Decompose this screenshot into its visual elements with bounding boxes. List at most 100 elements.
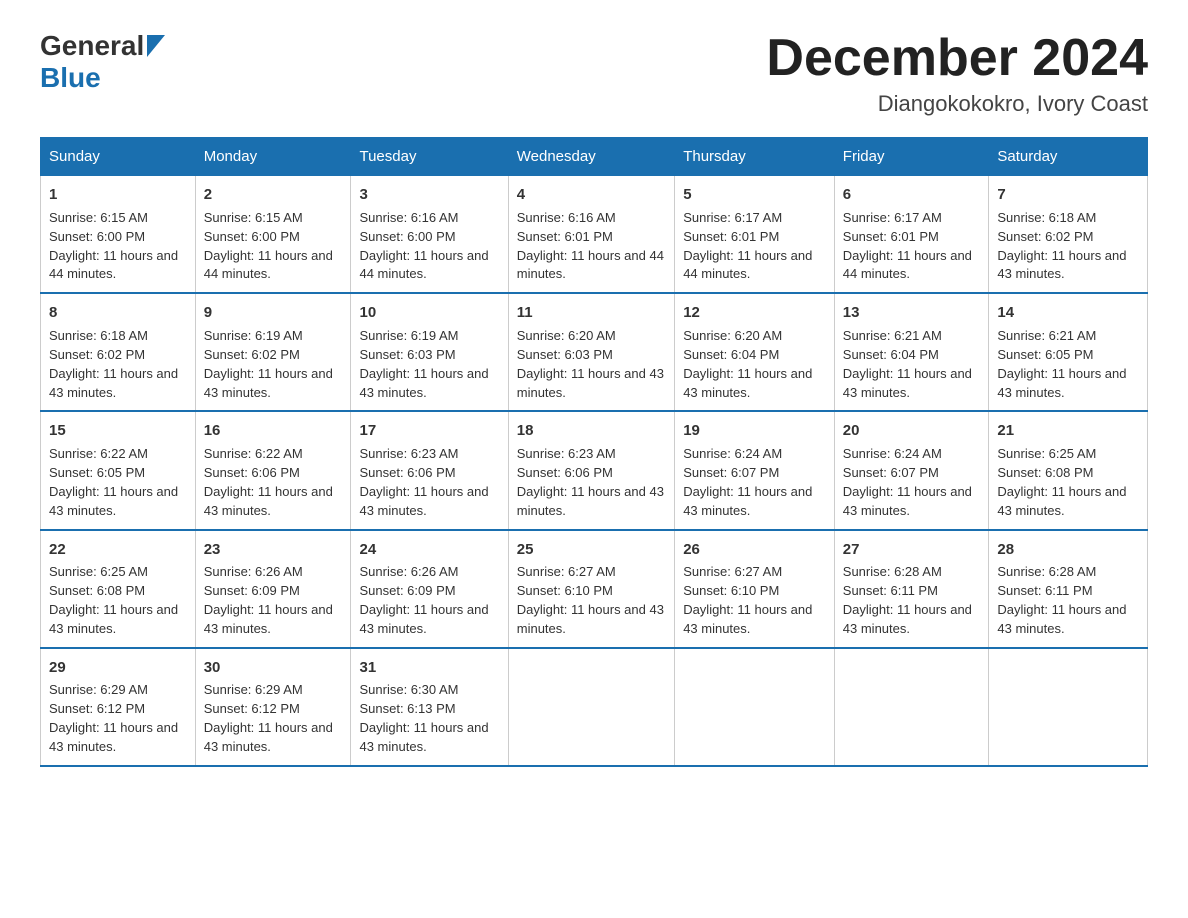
sunset-label: Sunset: 6:00 PM [359, 229, 455, 244]
day-number: 10 [359, 302, 499, 324]
calendar-header: SundayMondayTuesdayWednesdayThursdayFrid… [41, 138, 1148, 176]
sunrise-label: Sunrise: 6:26 AM [359, 564, 458, 579]
sunset-label: Sunset: 6:00 PM [49, 229, 145, 244]
day-header-saturday: Saturday [989, 138, 1148, 176]
calendar-cell: 20 Sunrise: 6:24 AM Sunset: 6:07 PM Dayl… [834, 411, 989, 529]
sunrise-label: Sunrise: 6:30 AM [359, 682, 458, 697]
day-header-monday: Monday [195, 138, 351, 176]
sunrise-label: Sunrise: 6:27 AM [683, 564, 782, 579]
sunset-label: Sunset: 6:09 PM [204, 583, 300, 598]
day-number: 31 [359, 657, 499, 679]
sunrise-label: Sunrise: 6:23 AM [359, 446, 458, 461]
sunrise-label: Sunrise: 6:22 AM [49, 446, 148, 461]
calendar-cell: 15 Sunrise: 6:22 AM Sunset: 6:05 PM Dayl… [41, 411, 196, 529]
daylight-label: Daylight: 11 hours and 43 minutes. [204, 602, 333, 636]
day-header-tuesday: Tuesday [351, 138, 508, 176]
calendar-title: December 2024 [766, 30, 1148, 87]
calendar-body: 1 Sunrise: 6:15 AM Sunset: 6:00 PM Dayli… [41, 176, 1148, 766]
daylight-label: Daylight: 11 hours and 43 minutes. [359, 484, 488, 518]
daylight-label: Daylight: 11 hours and 43 minutes. [359, 366, 488, 400]
calendar-cell: 28 Sunrise: 6:28 AM Sunset: 6:11 PM Dayl… [989, 530, 1148, 648]
sunset-label: Sunset: 6:11 PM [843, 583, 938, 598]
day-number: 4 [517, 184, 666, 206]
day-header-sunday: Sunday [41, 138, 196, 176]
calendar-cell: 30 Sunrise: 6:29 AM Sunset: 6:12 PM Dayl… [195, 648, 351, 766]
daylight-label: Daylight: 11 hours and 43 minutes. [517, 366, 664, 400]
daylight-label: Daylight: 11 hours and 44 minutes. [517, 248, 664, 282]
calendar-week-4: 22 Sunrise: 6:25 AM Sunset: 6:08 PM Dayl… [41, 530, 1148, 648]
day-number: 20 [843, 420, 981, 442]
sunset-label: Sunset: 6:01 PM [843, 229, 939, 244]
calendar-cell: 7 Sunrise: 6:18 AM Sunset: 6:02 PM Dayli… [989, 176, 1148, 294]
sunrise-label: Sunrise: 6:29 AM [204, 682, 303, 697]
day-number: 6 [843, 184, 981, 206]
daylight-label: Daylight: 11 hours and 43 minutes. [683, 366, 812, 400]
calendar-cell: 1 Sunrise: 6:15 AM Sunset: 6:00 PM Dayli… [41, 176, 196, 294]
calendar-week-3: 15 Sunrise: 6:22 AM Sunset: 6:05 PM Dayl… [41, 411, 1148, 529]
sunrise-label: Sunrise: 6:16 AM [359, 210, 458, 225]
calendar-cell [675, 648, 835, 766]
sunset-label: Sunset: 6:08 PM [997, 465, 1093, 480]
sunrise-label: Sunrise: 6:21 AM [843, 328, 942, 343]
calendar-cell: 25 Sunrise: 6:27 AM Sunset: 6:10 PM Dayl… [508, 530, 674, 648]
daylight-label: Daylight: 11 hours and 43 minutes. [997, 366, 1126, 400]
day-number: 30 [204, 657, 343, 679]
logo: General Blue [40, 30, 165, 94]
title-area: December 2024 Diangokokokro, Ivory Coast [766, 30, 1148, 117]
calendar-cell [989, 648, 1148, 766]
sunset-label: Sunset: 6:02 PM [49, 347, 145, 362]
day-number: 23 [204, 539, 343, 561]
day-number: 26 [683, 539, 826, 561]
calendar-cell: 3 Sunrise: 6:16 AM Sunset: 6:00 PM Dayli… [351, 176, 508, 294]
daylight-label: Daylight: 11 hours and 43 minutes. [997, 484, 1126, 518]
sunset-label: Sunset: 6:01 PM [683, 229, 779, 244]
sunset-label: Sunset: 6:13 PM [359, 701, 455, 716]
daylight-label: Daylight: 11 hours and 44 minutes. [683, 248, 812, 282]
sunset-label: Sunset: 6:07 PM [843, 465, 939, 480]
day-number: 11 [517, 302, 666, 324]
sunrise-label: Sunrise: 6:18 AM [997, 210, 1096, 225]
day-number: 18 [517, 420, 666, 442]
calendar-cell: 26 Sunrise: 6:27 AM Sunset: 6:10 PM Dayl… [675, 530, 835, 648]
sunrise-label: Sunrise: 6:24 AM [843, 446, 942, 461]
calendar-cell: 22 Sunrise: 6:25 AM Sunset: 6:08 PM Dayl… [41, 530, 196, 648]
day-number: 9 [204, 302, 343, 324]
sunset-label: Sunset: 6:12 PM [204, 701, 300, 716]
calendar-week-2: 8 Sunrise: 6:18 AM Sunset: 6:02 PM Dayli… [41, 293, 1148, 411]
page-header: General Blue December 2024 Diangokokokro… [40, 30, 1148, 117]
calendar-cell [508, 648, 674, 766]
sunrise-label: Sunrise: 6:25 AM [49, 564, 148, 579]
sunset-label: Sunset: 6:00 PM [204, 229, 300, 244]
sunset-label: Sunset: 6:04 PM [843, 347, 939, 362]
day-number: 13 [843, 302, 981, 324]
sunset-label: Sunset: 6:03 PM [517, 347, 613, 362]
daylight-label: Daylight: 11 hours and 43 minutes. [997, 602, 1126, 636]
calendar-cell: 6 Sunrise: 6:17 AM Sunset: 6:01 PM Dayli… [834, 176, 989, 294]
day-number: 14 [997, 302, 1139, 324]
sunset-label: Sunset: 6:06 PM [359, 465, 455, 480]
calendar-cell: 5 Sunrise: 6:17 AM Sunset: 6:01 PM Dayli… [675, 176, 835, 294]
calendar-week-1: 1 Sunrise: 6:15 AM Sunset: 6:00 PM Dayli… [41, 176, 1148, 294]
sunset-label: Sunset: 6:03 PM [359, 347, 455, 362]
daylight-label: Daylight: 11 hours and 43 minutes. [204, 484, 333, 518]
sunrise-label: Sunrise: 6:19 AM [359, 328, 458, 343]
daylight-label: Daylight: 11 hours and 44 minutes. [843, 248, 972, 282]
calendar-cell: 21 Sunrise: 6:25 AM Sunset: 6:08 PM Dayl… [989, 411, 1148, 529]
sunrise-label: Sunrise: 6:20 AM [683, 328, 782, 343]
calendar-cell: 23 Sunrise: 6:26 AM Sunset: 6:09 PM Dayl… [195, 530, 351, 648]
daylight-label: Daylight: 11 hours and 43 minutes. [204, 366, 333, 400]
day-number: 21 [997, 420, 1139, 442]
calendar-subtitle: Diangokokokro, Ivory Coast [766, 91, 1148, 117]
sunrise-label: Sunrise: 6:17 AM [843, 210, 942, 225]
day-header-thursday: Thursday [675, 138, 835, 176]
day-number: 29 [49, 657, 187, 679]
day-header-wednesday: Wednesday [508, 138, 674, 176]
calendar-cell: 29 Sunrise: 6:29 AM Sunset: 6:12 PM Dayl… [41, 648, 196, 766]
calendar-cell: 4 Sunrise: 6:16 AM Sunset: 6:01 PM Dayli… [508, 176, 674, 294]
calendar-cell: 16 Sunrise: 6:22 AM Sunset: 6:06 PM Dayl… [195, 411, 351, 529]
calendar-cell: 9 Sunrise: 6:19 AM Sunset: 6:02 PM Dayli… [195, 293, 351, 411]
sunrise-label: Sunrise: 6:22 AM [204, 446, 303, 461]
daylight-label: Daylight: 11 hours and 43 minutes. [49, 366, 178, 400]
calendar-cell: 18 Sunrise: 6:23 AM Sunset: 6:06 PM Dayl… [508, 411, 674, 529]
sunset-label: Sunset: 6:08 PM [49, 583, 145, 598]
